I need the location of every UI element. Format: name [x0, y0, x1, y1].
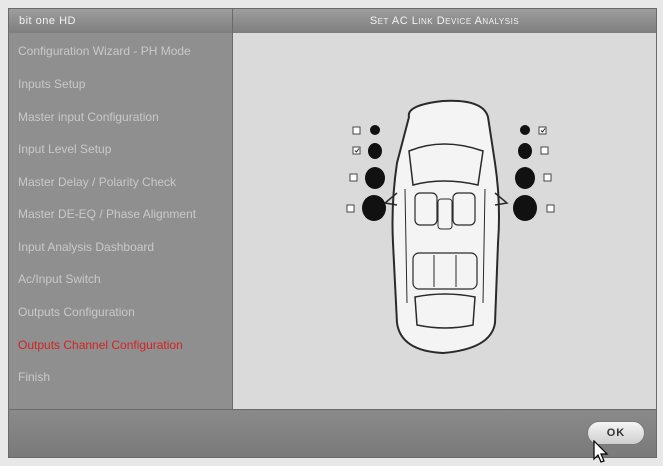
left-tweeter-checkbox[interactable]: [352, 126, 361, 135]
left-woofer-icon: [365, 167, 385, 189]
left-subwoofer-checkbox[interactable]: [346, 204, 355, 213]
car-speaker-diagram: [346, 99, 555, 355]
right-midrange-checkbox[interactable]: [540, 146, 549, 155]
left-subwoofer-icon: [362, 195, 386, 221]
nav-item-inputs-setup[interactable]: Inputs Setup: [18, 74, 230, 94]
right-subwoofer-icon: [513, 195, 537, 221]
mouse-cursor-icon: [593, 440, 609, 463]
left-speaker-group: [346, 125, 386, 221]
left-midrange-icon: [368, 143, 382, 159]
app-window: bit one HD Set AC Link Device Analysis C…: [8, 8, 657, 458]
right-tweeter-icon: [520, 125, 530, 135]
right-tweeter-checkbox[interactable]: [538, 126, 547, 135]
nav-item-master-deeq-phase[interactable]: Master DE-EQ / Phase Alignment: [18, 204, 230, 224]
car-top-view-image: [383, 99, 509, 355]
nav-item-input-analysis[interactable]: Input Analysis Dashboard: [18, 237, 230, 257]
nav-item-master-input-configuration[interactable]: Master input Configuration: [18, 107, 230, 127]
left-woofer-checkbox[interactable]: [349, 173, 358, 182]
app-title: bit one HD: [9, 9, 233, 33]
window-title: Set AC Link Device Analysis: [233, 9, 656, 33]
footer-bar: [9, 409, 656, 457]
nav-item-outputs-configuration[interactable]: Outputs Configuration: [18, 302, 230, 322]
nav-item-outputs-channel-configuration[interactable]: Outputs Channel Configuration: [18, 335, 230, 355]
speaker-layout-panel: [233, 33, 656, 409]
right-midrange-icon: [518, 143, 532, 159]
left-tweeter-icon: [370, 125, 380, 135]
nav-item-input-level-setup[interactable]: Input Level Setup: [18, 139, 230, 159]
right-woofer-checkbox[interactable]: [543, 173, 552, 182]
right-woofer-icon: [515, 167, 535, 189]
right-subwoofer-checkbox[interactable]: [546, 204, 555, 213]
nav-item-configuration-wizard[interactable]: Configuration Wizard - PH Mode: [18, 41, 230, 61]
nav-item-finish[interactable]: Finish: [18, 367, 230, 387]
left-midrange-checkbox[interactable]: [352, 146, 361, 155]
nav-item-ac-input-switch[interactable]: Ac/Input Switch: [18, 269, 230, 289]
nav-item-master-delay-polarity[interactable]: Master Delay / Polarity Check: [18, 172, 230, 192]
right-speaker-group: [513, 125, 555, 221]
wizard-step-list: Configuration Wizard - PH Mode Inputs Se…: [9, 33, 233, 409]
